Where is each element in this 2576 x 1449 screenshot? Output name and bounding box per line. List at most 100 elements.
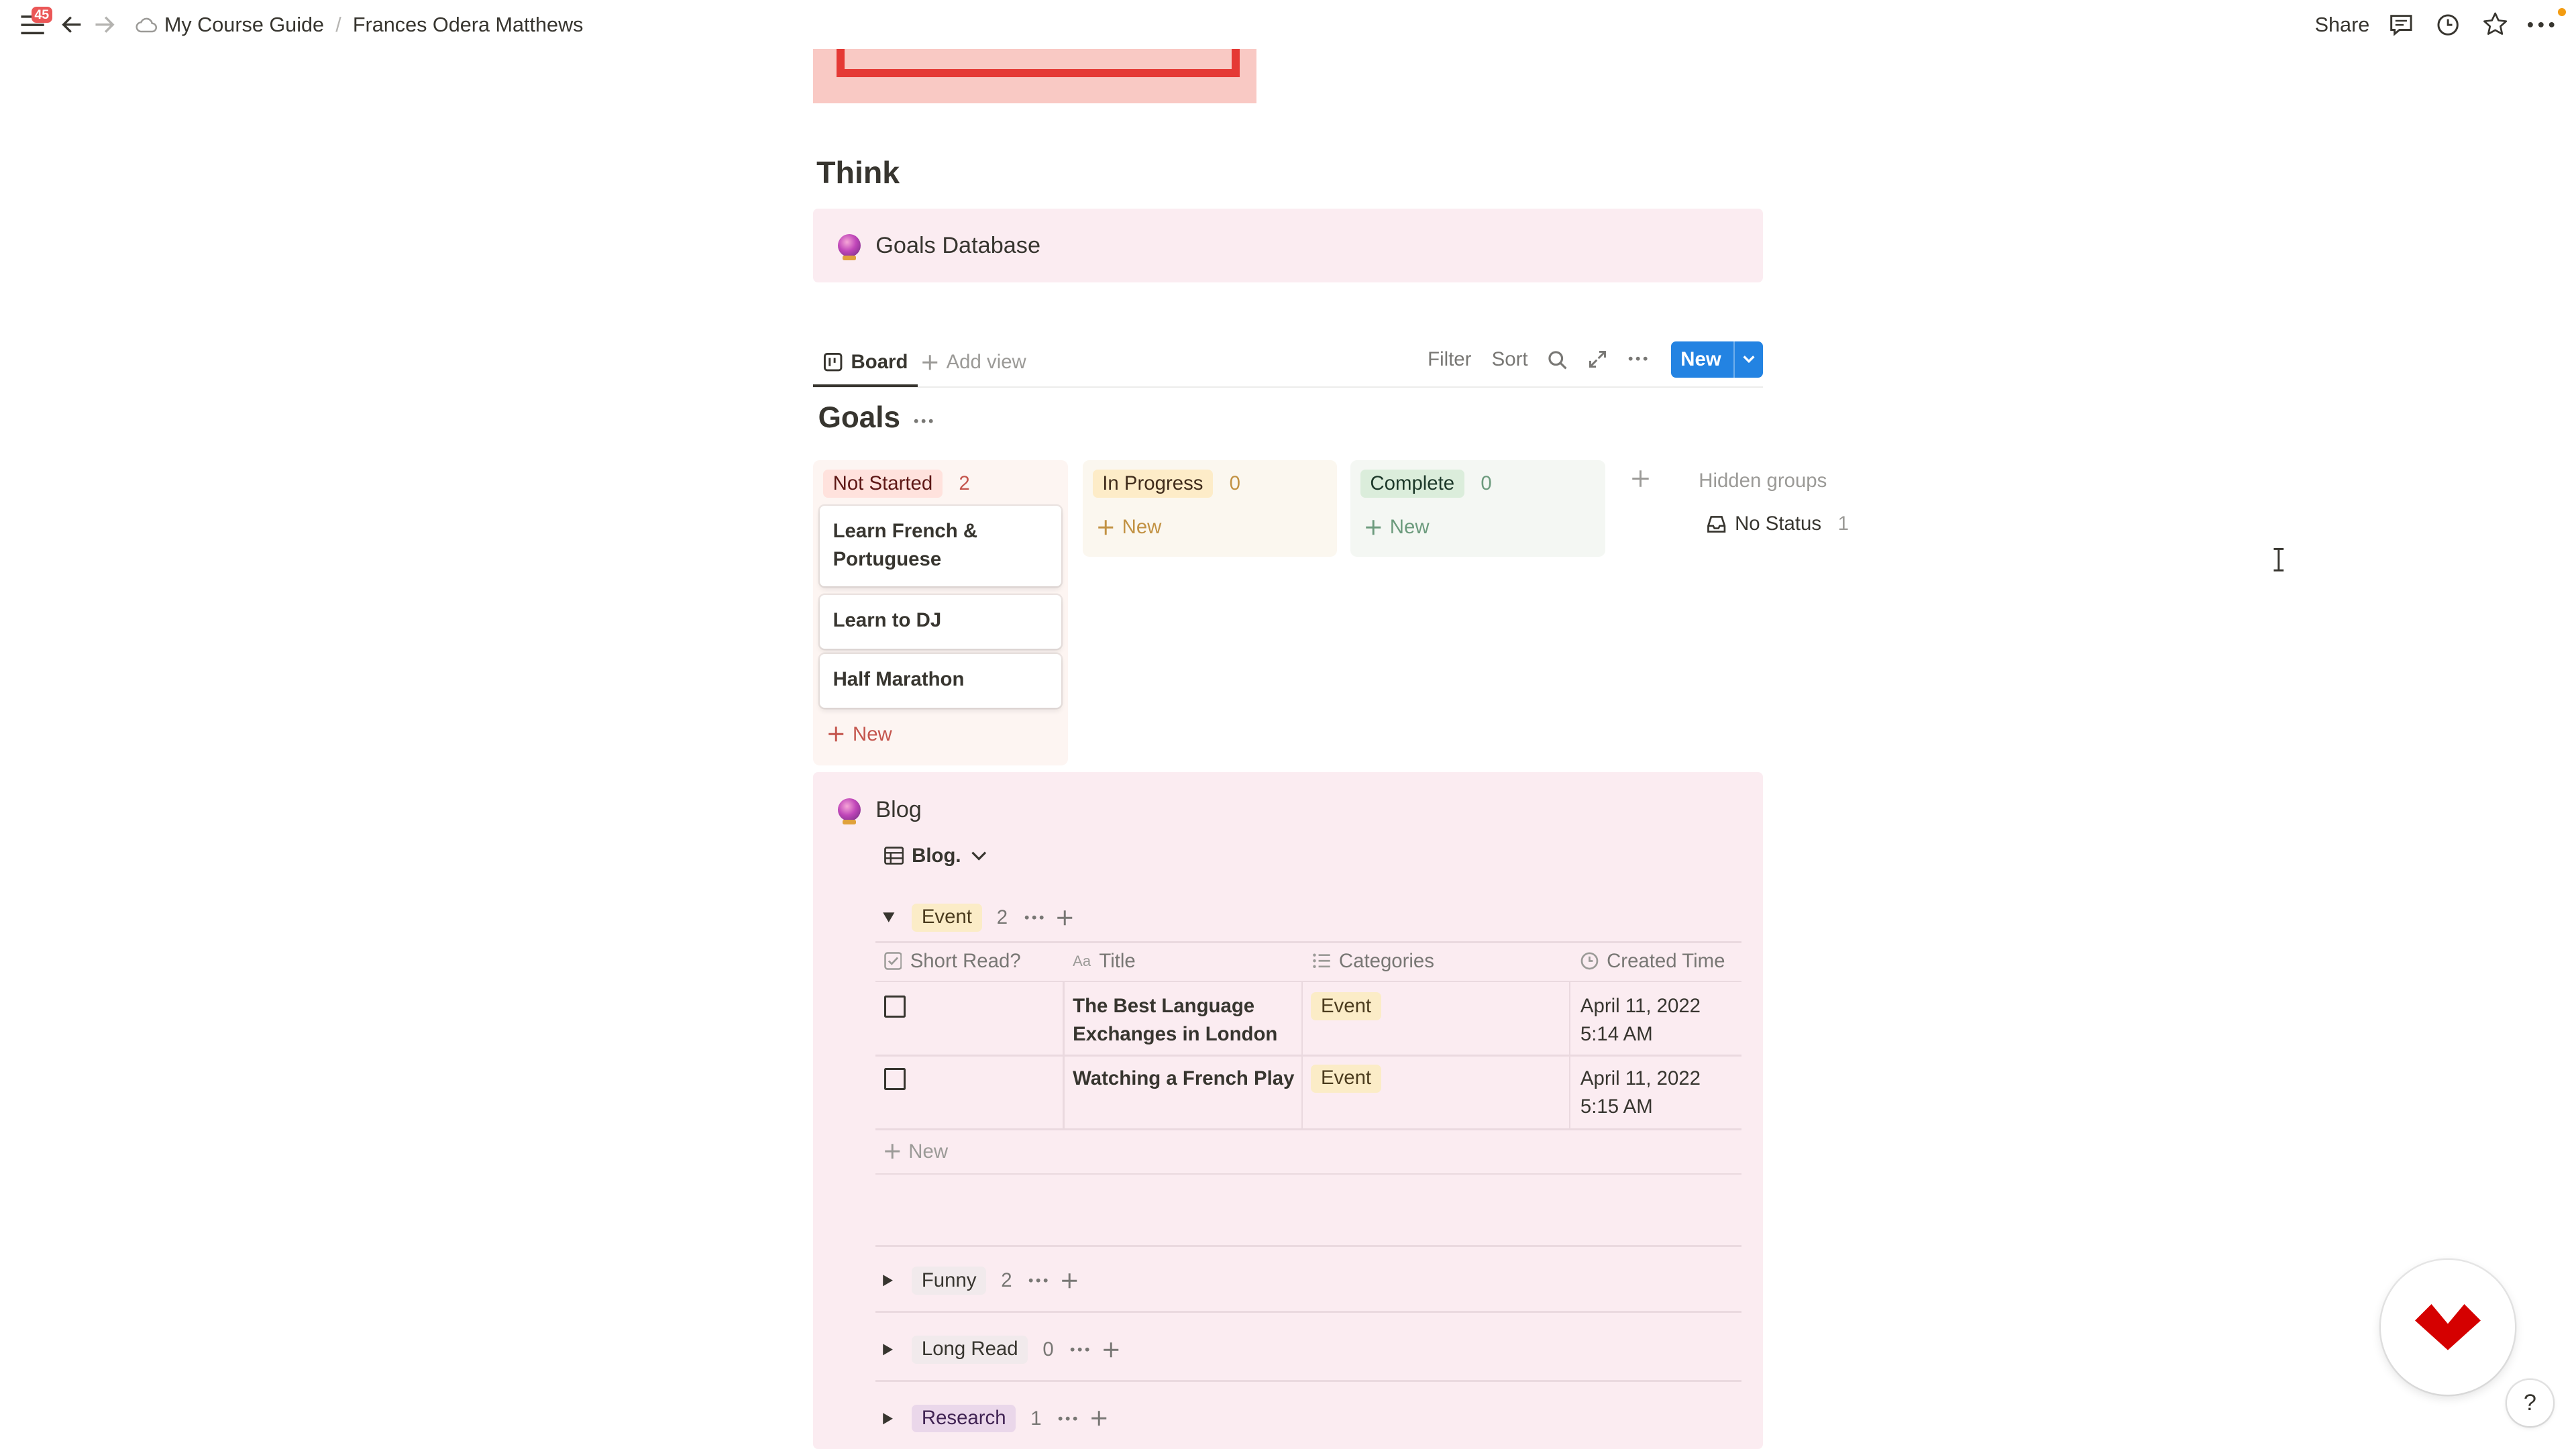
column-header-title[interactable]: Aa Title: [1073, 950, 1136, 973]
short-read-checkbox[interactable]: [883, 1067, 906, 1090]
breadcrumb-item-page[interactable]: Frances Odera Matthews: [353, 13, 584, 37]
blog-view-name: Blog.: [912, 844, 961, 867]
page-cover-image: [813, 49, 1257, 104]
triangle-right-icon[interactable]: [882, 1274, 894, 1287]
blog-title[interactable]: Blog: [875, 797, 922, 823]
goals-database-title[interactable]: Goals Database: [875, 233, 1040, 259]
forward-arrow-icon[interactable]: [94, 15, 115, 34]
triangle-down-icon[interactable]: [882, 912, 896, 923]
row-created-time: April 11, 2022 5:15 AM: [1580, 1067, 1701, 1118]
category-tag[interactable]: Event: [1311, 992, 1381, 1020]
blog-header: Blog: [837, 797, 922, 825]
row-border: [875, 1128, 1741, 1130]
column-header-created-time[interactable]: Created Time: [1580, 950, 1725, 973]
board-title-text[interactable]: Goals: [818, 401, 901, 434]
board-card[interactable]: Half Marathon: [820, 653, 1062, 708]
plus-icon: [922, 354, 938, 370]
group-more-icon[interactable]: [1028, 1278, 1048, 1283]
page-heading: Think: [816, 155, 900, 191]
group-tag-event[interactable]: Event: [912, 903, 982, 932]
filter-button[interactable]: Filter: [1428, 348, 1471, 371]
plus-icon: [1097, 519, 1114, 535]
table-icon: [883, 847, 904, 865]
update-dot-icon: [2558, 8, 2567, 17]
table-new-row-button[interactable]: New: [884, 1140, 948, 1163]
plus-icon: [828, 726, 844, 742]
add-group-plus-icon[interactable]: [1631, 470, 1650, 488]
group-more-icon[interactable]: [1070, 1347, 1089, 1352]
view-more-icon[interactable]: [1628, 356, 1648, 362]
group-header-research: Research 1: [882, 1404, 1107, 1433]
column-header-label: Categories: [1338, 949, 1434, 972]
short-read-checkbox[interactable]: [883, 996, 906, 1018]
group-tag-funny[interactable]: Funny: [912, 1267, 987, 1295]
column-new-label: New: [852, 722, 892, 745]
group-add-plus-icon[interactable]: [1091, 1410, 1107, 1426]
hidden-group-no-status[interactable]: No Status 1: [1707, 513, 1849, 535]
group-add-plus-icon[interactable]: [1061, 1273, 1077, 1289]
status-pill-in-progress[interactable]: In Progress: [1092, 470, 1214, 498]
group-tag-long-read[interactable]: Long Read: [912, 1336, 1028, 1364]
notification-badge[interactable]: 45: [31, 6, 53, 23]
top-bar: 45 My Course Guide / Frances Odera Matth…: [0, 0, 2576, 50]
view-tab-bar: Board Add view Filter Sort New: [813, 340, 1763, 388]
floating-logo-button[interactable]: [2380, 1260, 2516, 1395]
plus-icon: [1365, 519, 1381, 535]
category-tag[interactable]: Event: [1311, 1064, 1381, 1093]
group-more-icon[interactable]: [1058, 1416, 1077, 1421]
board-card[interactable]: Learn French & Portuguese: [820, 506, 1062, 587]
board-column-in-progress: In Progress 0 New: [1082, 460, 1338, 557]
expand-icon[interactable]: [1589, 350, 1607, 368]
column-header: In Progress 0: [1092, 470, 1240, 498]
board-card[interactable]: Learn to DJ: [820, 594, 1062, 649]
row-title[interactable]: Watching a French Play: [1073, 1065, 1303, 1093]
cover-frame-shape: [836, 49, 1240, 77]
table-top-border: [875, 941, 1741, 943]
crystal-ball-icon: [837, 798, 861, 825]
updates-clock-icon[interactable]: [2436, 13, 2459, 36]
column-new-button[interactable]: New: [1365, 516, 1430, 539]
row-title[interactable]: The Best Language Exchanges in London: [1073, 992, 1286, 1048]
search-icon[interactable]: [1548, 350, 1567, 370]
add-view-button[interactable]: Add view: [922, 340, 1026, 384]
new-record-label: New: [1680, 348, 1721, 371]
goals-database-callout[interactable]: Goals Database: [813, 209, 1763, 283]
triangle-right-icon[interactable]: [882, 1343, 894, 1356]
group-count: 2: [1001, 1269, 1012, 1291]
breadcrumb-separator: /: [335, 13, 341, 36]
group-add-plus-icon[interactable]: [1103, 1342, 1119, 1358]
cloud-icon: [135, 17, 158, 33]
favorite-star-icon[interactable]: [2482, 11, 2508, 36]
group-tag-research[interactable]: Research: [912, 1404, 1016, 1433]
share-button[interactable]: Share: [2315, 13, 2370, 37]
group-count: 2: [996, 906, 1008, 928]
more-options-icon[interactable]: [2527, 21, 2555, 28]
chevron-down-icon[interactable]: [1741, 352, 1756, 366]
status-pill-complete[interactable]: Complete: [1360, 470, 1464, 498]
blog-view-selector[interactable]: Blog.: [883, 844, 987, 867]
help-button[interactable]: ?: [2507, 1380, 2553, 1426]
board-title-more-icon[interactable]: [914, 419, 933, 424]
back-arrow-icon[interactable]: [61, 15, 83, 34]
column-count: 0: [1481, 472, 1492, 495]
tab-board[interactable]: Board: [813, 340, 918, 388]
group-add-plus-icon[interactable]: [1057, 910, 1073, 926]
column-header-categories[interactable]: Categories: [1312, 949, 1434, 973]
column-header-short-read[interactable]: Short Read?: [883, 950, 1021, 973]
group-more-icon[interactable]: [1024, 915, 1044, 920]
sort-button[interactable]: Sort: [1492, 348, 1528, 371]
comments-icon[interactable]: [2389, 13, 2414, 36]
add-view-label: Add view: [946, 350, 1026, 373]
new-record-button[interactable]: New: [1670, 341, 1763, 378]
column-header-label: Title: [1099, 949, 1136, 972]
group-border: [875, 1245, 1741, 1247]
status-pill-not-started[interactable]: Not Started: [822, 470, 943, 498]
column-new-button[interactable]: New: [828, 723, 892, 746]
hidden-groups-label: Hidden groups: [1699, 470, 1827, 492]
clock-icon: [1580, 952, 1599, 970]
column-header: Complete 0: [1360, 470, 1492, 498]
row-border: [875, 1173, 1741, 1175]
triangle-right-icon[interactable]: [882, 1412, 894, 1426]
column-new-button[interactable]: New: [1097, 516, 1161, 539]
breadcrumb-item-course-guide[interactable]: My Course Guide: [164, 13, 324, 37]
